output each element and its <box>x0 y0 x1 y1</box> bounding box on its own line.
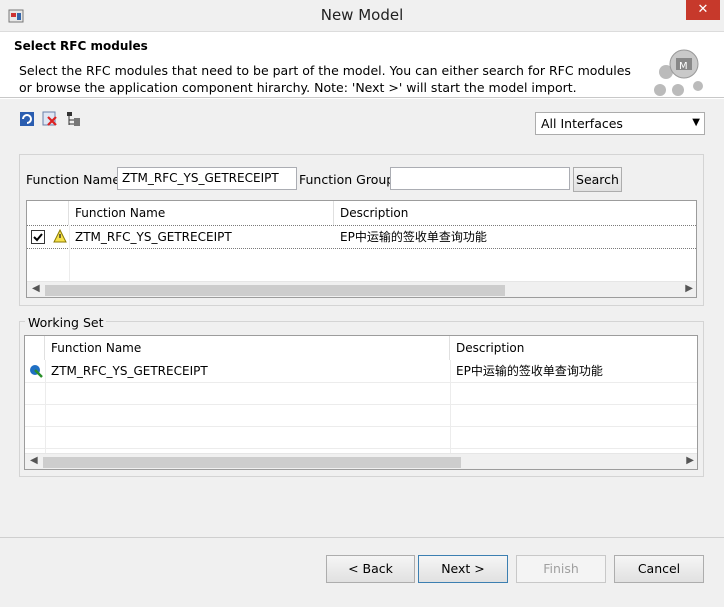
page-title: Select RFC modules <box>14 39 148 53</box>
close-button[interactable]: ✕ <box>686 0 720 20</box>
table-row[interactable]: ZTM_RFC_YS_GETRECEIPT EP中运输的签收单查询功能 <box>27 225 696 249</box>
row-function-name: ZTM_RFC_YS_GETRECEIPT <box>75 230 232 244</box>
scroll-left-icon[interactable]: ◀ <box>32 283 40 294</box>
row-function-name: ZTM_RFC_YS_GETRECEIPT <box>51 364 208 378</box>
column-divider <box>45 360 46 453</box>
function-group-input[interactable] <box>390 167 570 190</box>
column-header-function-name[interactable]: Function Name <box>69 201 334 225</box>
empty-row <box>25 426 697 449</box>
column-divider <box>450 360 451 453</box>
next-button[interactable]: Next > <box>418 555 508 583</box>
working-set-table: Function Name Description ZTM_RFC_YS_GET… <box>24 335 698 470</box>
function-module-icon <box>29 360 45 382</box>
table-row[interactable]: ZTM_RFC_YS_GETRECEIPT EP中运输的签收单查询功能 <box>25 360 697 383</box>
results-horizontal-scrollbar[interactable]: ◀ ▶ <box>27 281 696 297</box>
scroll-thumb[interactable] <box>43 457 461 468</box>
column-divider <box>69 225 70 281</box>
warning-icon <box>53 226 69 248</box>
page-description: Select the RFC modules that need to be p… <box>19 63 631 95</box>
column-header-select <box>27 201 69 225</box>
search-button[interactable]: Search <box>573 167 622 192</box>
row-description: EP中运输的签收单查询功能 <box>456 364 603 378</box>
column-header-description[interactable]: Description <box>450 336 697 360</box>
filter-selected-value: All Interfaces <box>541 116 623 131</box>
interface-filter-select[interactable]: All Interfaces ▼ <box>535 112 705 135</box>
refresh-icon[interactable] <box>19 111 35 127</box>
chevron-down-icon: ▼ <box>692 117 700 128</box>
scroll-right-icon[interactable]: ▶ <box>686 455 694 466</box>
scroll-right-icon[interactable]: ▶ <box>685 283 693 294</box>
wizard-banner-icon: M <box>648 42 708 98</box>
row-description: EP中运输的签收单查询功能 <box>340 230 487 244</box>
function-name-label: Function Name <box>26 172 121 187</box>
function-group-label: Function Group <box>299 172 395 187</box>
delete-icon[interactable] <box>42 111 58 127</box>
column-header-function-name[interactable]: Function Name <box>45 336 450 360</box>
hierarchy-icon[interactable] <box>66 111 82 127</box>
window-title: New Model <box>320 6 404 24</box>
results-table: Function Name Description ZTM_RFC_YS_GET… <box>26 200 697 298</box>
svg-text:M: M <box>679 61 688 72</box>
row-checkbox[interactable] <box>31 226 49 248</box>
working-set-horizontal-scrollbar[interactable]: ◀ ▶ <box>25 453 697 469</box>
back-button[interactable]: < Back <box>326 555 415 583</box>
empty-row <box>25 404 697 427</box>
finish-button[interactable]: Finish <box>516 555 606 583</box>
column-header-icon <box>25 336 45 360</box>
cancel-button[interactable]: Cancel <box>614 555 704 583</box>
empty-row <box>25 382 697 405</box>
column-header-description[interactable]: Description <box>334 201 696 225</box>
close-icon: ✕ <box>697 2 709 17</box>
scroll-left-icon[interactable]: ◀ <box>30 455 38 466</box>
function-name-input[interactable]: ZTM_RFC_YS_GETRECEIPT <box>117 167 297 190</box>
scroll-thumb[interactable] <box>45 285 505 296</box>
working-set-title: Working Set <box>25 315 107 330</box>
